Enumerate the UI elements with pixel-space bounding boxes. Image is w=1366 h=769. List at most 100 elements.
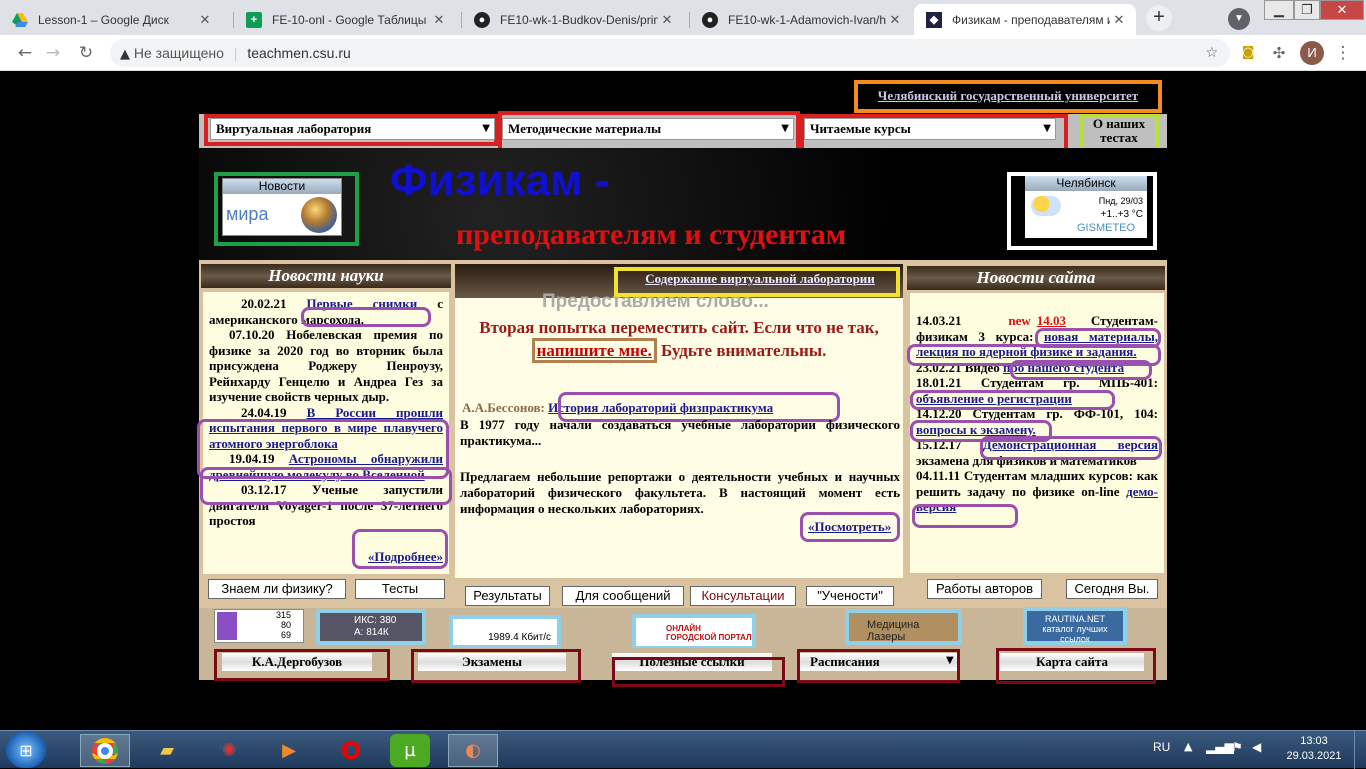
flag-icon[interactable]: ⚑ [1232,740,1243,754]
scholarship-button[interactable]: "Учености" [806,586,894,606]
media-player-icon[interactable]: ▶ [264,734,314,767]
tab-title: FE-10-onl - Google Таблицы [272,12,427,27]
lab-select[interactable]: Виртуальная лаборатория ▼ [210,118,495,140]
extension-icon[interactable]: ◙ [1237,42,1259,64]
close-icon[interactable]: ✕ [1110,12,1128,28]
about-tests-link[interactable]: О наших тестах [1084,117,1154,145]
browser-tab-strip: Lesson-1 – Google Диск ✕ + FE-10-onl - G… [0,0,1366,35]
yandex-counter[interactable]: ИКС: 380 А: 814К [316,609,426,645]
back-icon[interactable]: ← [14,42,36,64]
close-icon[interactable]: ✕ [430,12,448,28]
offer-text: Предлагаем небольшие репортажи о деятель… [460,469,900,516]
counter-value: А: 814К [354,627,389,638]
lasers-banner[interactable]: Медицина Лазеры [845,609,962,645]
extensions-puzzle-icon[interactable]: ✣ [1268,42,1290,64]
annotation-box [996,648,1156,684]
maximize-icon[interactable]: ❐ [1294,0,1320,20]
annotation-box [612,657,785,687]
annotation-box [411,649,581,683]
weather-widget[interactable]: Челябинск Пнд, 29/03 +1..+3 °C GISMETEO [1025,176,1147,238]
tab-search-icon[interactable]: ▼ [1228,8,1250,30]
site-move-alert: Вторая попытка переместить сайт. Если чт… [460,316,898,363]
chevron-down-icon: ▼ [781,123,789,134]
minimize-icon[interactable]: ▁ [1264,0,1294,20]
city-portal-banner[interactable]: ОНЛАЙН ГОРОДСКОЙ ПОРТАЛ [632,614,756,650]
close-icon[interactable]: ✕ [886,12,904,28]
rautina-banner[interactable]: RAUTINA.NET каталог лучших ссылок [1023,607,1127,645]
today-you-button[interactable]: Сегодня Вы. [1066,579,1158,599]
show-desktop-button[interactable] [1354,731,1366,769]
annotation-circle [910,390,1115,410]
weather-brand: GISMETEO [1077,222,1136,234]
bookmark-star-icon[interactable]: ☆ [1205,39,1218,67]
site-news-title: Новости сайта [907,266,1165,290]
url-field[interactable]: ▲ Не защищено | teachmen.csu.ru ☆ [110,39,1230,67]
write-me-link[interactable]: напишите мне. [531,338,657,363]
world-news-widget[interactable]: Новости мира [222,178,342,236]
lab-contents-link[interactable]: Содержание виртуальной лаборатории [620,271,900,287]
site-favicon: ◆ [926,11,942,28]
tab-github-adamovich[interactable]: ● FE10-wk-1-Adamovich-Ivan/h ✕ [690,4,912,35]
annotation-circle [1010,360,1152,380]
tab-google-drive[interactable]: Lesson-1 – Google Диск ✕ [0,4,222,35]
web-page: Челябинский государственный университет … [0,71,1366,730]
forward-icon[interactable]: → [42,42,64,64]
network-icon[interactable]: ▂▄▆ [1206,740,1234,754]
tab-google-sheets[interactable]: + FE-10-onl - Google Таблицы ✕ [234,4,456,35]
utorrent-icon[interactable]: µ [390,734,430,767]
news-item: 07.10.20 Нобелевская премия по физике за… [209,327,443,405]
profile-avatar[interactable]: И [1300,41,1324,65]
tab-physics-site[interactable]: ◆ Физикам - преподавателям и ✕ [914,4,1136,35]
tab-title: FE10-wk-1-Budkov-Denis/prin [500,12,658,27]
results-button[interactable]: Результаты [465,586,550,606]
warning-icon: ▲ [120,47,130,62]
chrome-icon[interactable] [80,734,130,767]
file-explorer-icon[interactable]: ▰ [142,734,192,767]
app-icon[interactable]: ✺ [204,734,254,767]
close-icon[interactable]: ✕ [658,12,676,28]
lasers-label: Медицина Лазеры [867,619,920,643]
annotation-box [797,649,960,683]
new-tab-button[interactable]: + [1146,5,1172,31]
tab-github-budkov[interactable]: ● FE10-wk-1-Budkov-Denis/prin ✕ [462,4,684,35]
reload-icon[interactable]: ↻ [75,42,97,64]
methods-select[interactable]: Методические материалы ▼ [502,118,794,140]
messages-button[interactable]: Для сообщений [562,586,684,606]
tab-title: Lesson-1 – Google Диск [38,12,169,27]
paint-icon[interactable]: ◐ [448,734,498,767]
speed-counter[interactable]: 1989.4 Кбит/с [449,615,561,649]
clock-time: 13:03 [1300,735,1328,747]
university-link[interactable]: Челябинский государственный университет [858,88,1158,104]
counter-bar-icon [217,612,237,640]
tray-arrow-icon[interactable]: ▲ [1184,740,1192,753]
speed-value: 1989.4 Кбит/с [488,632,551,643]
volume-icon[interactable]: ◀ [1252,740,1261,754]
news-date-link[interactable]: 14.03 [1037,313,1066,328]
courses-select[interactable]: Читаемые курсы ▼ [804,118,1056,140]
news-date: 07.10.20 [229,327,275,342]
globe-icon [301,197,337,233]
chevron-down-icon: ▼ [482,123,490,134]
url-text: teachmen.csu.ru [247,45,351,61]
tests-button[interactable]: Тесты [355,579,445,599]
windows-taskbar: ⊞ ▰ ✺ ▶ O µ ◐ RU ▲ ▂▄▆ ⚑ ◀ 13:03 29.03.2… [0,730,1366,769]
annotation-circle [352,529,448,569]
menu-dots-icon[interactable]: ⋮ [1332,42,1354,64]
counter-1[interactable]: 315 80 69 [214,609,304,643]
know-physics-button[interactable]: Знаем ли физику? [208,579,346,599]
language-indicator[interactable]: RU [1153,740,1170,754]
close-icon[interactable]: ✕ [196,12,214,28]
news-date: 20.02.21 [241,296,287,311]
courses-select-value: Читаемые курсы [810,121,911,136]
opera-icon[interactable]: O [326,734,376,767]
site-title: Физикам - [390,156,610,205]
consultations-button[interactable]: Консультации [690,586,796,606]
window-close-icon[interactable]: ✕ [1320,0,1364,20]
history-text: В 1977 году начали создаваться учебные л… [460,417,900,448]
clock[interactable]: 13:03 29.03.2021 [1284,734,1344,764]
news-date: 14.03.21 [916,313,962,328]
start-button[interactable]: ⊞ [6,732,46,768]
annotation-circle [912,504,1018,528]
authors-works-button[interactable]: Работы авторов [927,579,1042,599]
annotation-circle [980,436,1162,460]
